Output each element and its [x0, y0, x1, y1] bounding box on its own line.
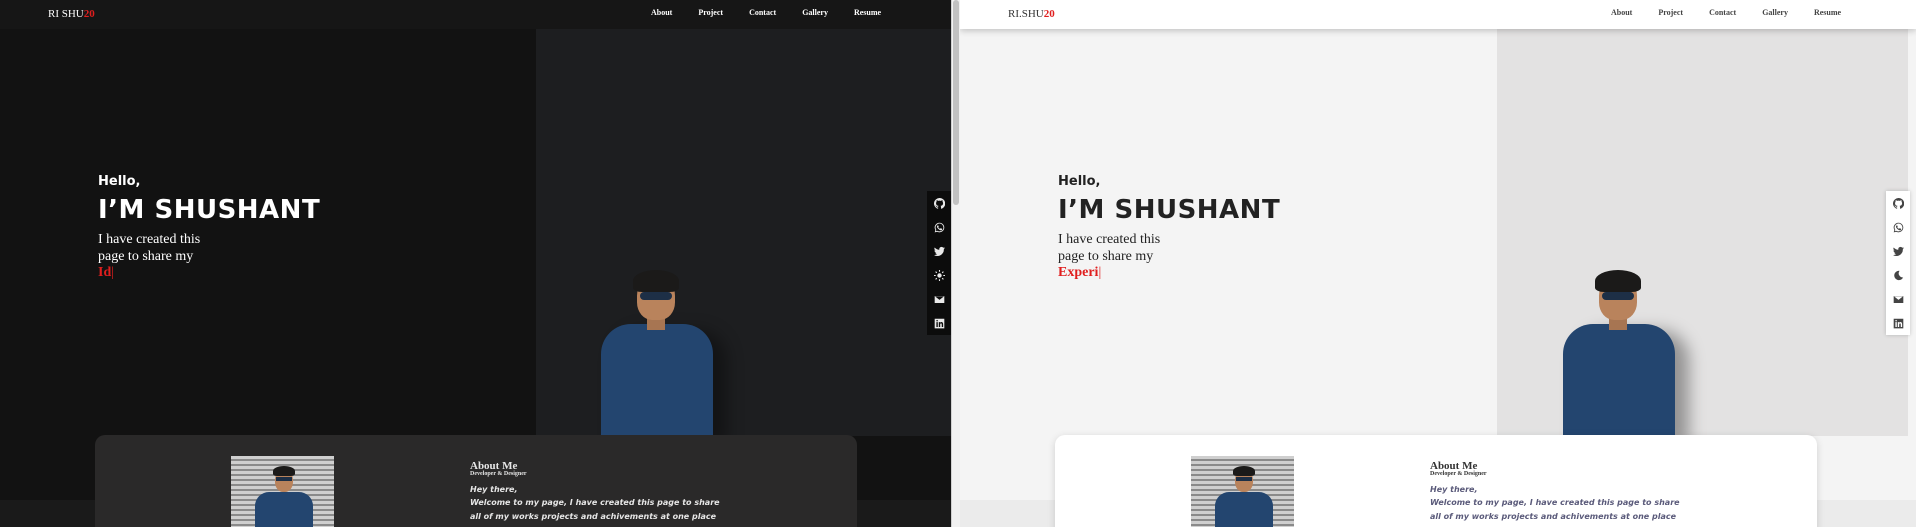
- about-text: About Me Developer & Designer Hey there,…: [470, 460, 730, 527]
- whatsapp-button[interactable]: [1886, 215, 1910, 239]
- logo[interactable]: RI SHU20: [48, 8, 95, 20]
- about-body: Welcome to my page, I have created this …: [1430, 498, 1682, 527]
- nav-menu: About Project Contact Gallery Resume: [1611, 8, 1867, 17]
- nav-contact-link[interactable]: Contact: [1709, 8, 1736, 17]
- whatsapp-button[interactable]: [927, 215, 951, 239]
- about-photo: [231, 456, 334, 527]
- hero-name: I’M SHUSHANT: [1058, 195, 1281, 225]
- theme-toggle-button[interactable]: [1886, 263, 1910, 287]
- twitter-button[interactable]: [927, 239, 951, 263]
- hero-greeting: Hello,: [1058, 174, 1101, 189]
- light-theme-preview: RI.SHU20 About Project Contact Gallery R…: [960, 0, 1916, 527]
- hero-text: Hello, I’M SHUSHANT I have created this …: [1058, 174, 1280, 281]
- linkedin-button[interactable]: [927, 311, 951, 335]
- twitter-icon: [933, 246, 945, 256]
- hero-description: I have created this page to share my: [98, 232, 201, 264]
- hero-portrait: [1549, 266, 1689, 439]
- whatsapp-icon: [934, 222, 944, 232]
- logo[interactable]: RI.SHU20: [1008, 8, 1055, 20]
- about-greeting: Hey there,: [1430, 485, 1478, 494]
- theme-toggle-button[interactable]: [927, 263, 951, 287]
- github-icon: [1892, 197, 1904, 209]
- hero-name: I’M SHUSHANT: [98, 195, 321, 225]
- about-subtitle: Developer & Designer: [470, 471, 527, 477]
- about-card: About Me Developer & Designer Hey there,…: [95, 435, 857, 527]
- nav-menu: About Project Contact Gallery Resume: [651, 8, 907, 17]
- github-icon: [933, 197, 945, 209]
- mail-button[interactable]: [927, 287, 951, 311]
- about-body: Welcome to my page, I have created this …: [470, 498, 720, 527]
- mail-icon: [934, 295, 944, 303]
- linkedin-icon: [934, 318, 944, 328]
- about-card: About Me Developer & Designer Hey there,…: [1055, 435, 1817, 527]
- nav-about-link[interactable]: About: [1611, 8, 1632, 17]
- hero-typed-text: Experi|: [1058, 265, 1102, 280]
- hero-greeting: Hello,: [98, 174, 141, 189]
- moon-icon: [1893, 270, 1903, 280]
- nav-about-link[interactable]: About: [651, 8, 672, 17]
- github-button[interactable]: [927, 191, 951, 215]
- hero-typed-text: Id|: [98, 265, 115, 280]
- hero-description: I have created this page to share my: [1058, 232, 1161, 264]
- social-sidebar: [927, 191, 951, 335]
- github-button[interactable]: [1886, 191, 1910, 215]
- hero-text: Hello, I’M SHUSHANT I have created this …: [98, 174, 320, 281]
- whatsapp-icon: [1893, 222, 1903, 232]
- scrollbar[interactable]: [952, 0, 960, 527]
- twitter-icon: [1892, 246, 1904, 256]
- nav-resume-link[interactable]: Resume: [1814, 8, 1841, 17]
- nav-project-link[interactable]: Project: [1658, 8, 1683, 17]
- navbar: RI.SHU20 About Project Contact Gallery R…: [960, 0, 1916, 29]
- mail-icon: [1893, 295, 1903, 303]
- linkedin-button[interactable]: [1886, 311, 1910, 335]
- nav-gallery-link[interactable]: Gallery: [1762, 8, 1788, 17]
- scrollbar-thumb[interactable]: [953, 0, 959, 205]
- nav-resume-link[interactable]: Resume: [854, 8, 881, 17]
- linkedin-icon: [1893, 318, 1903, 328]
- about-photo: [1191, 456, 1294, 527]
- navbar: RI SHU20 About Project Contact Gallery R…: [0, 0, 951, 29]
- nav-contact-link[interactable]: Contact: [749, 8, 776, 17]
- nav-project-link[interactable]: Project: [698, 8, 723, 17]
- about-text: About Me Developer & Designer Hey there,…: [1430, 460, 1690, 527]
- social-sidebar: [1886, 191, 1910, 335]
- hero-portrait: [587, 266, 727, 439]
- nav-gallery-link[interactable]: Gallery: [802, 8, 828, 17]
- dark-theme-preview: RI SHU20 About Project Contact Gallery R…: [0, 0, 951, 527]
- about-subtitle: Developer & Designer: [1430, 471, 1487, 477]
- mail-button[interactable]: [1886, 287, 1910, 311]
- sun-icon: [933, 269, 945, 281]
- about-greeting: Hey there,: [470, 485, 518, 494]
- twitter-button[interactable]: [1886, 239, 1910, 263]
- window-divider: [951, 0, 960, 527]
